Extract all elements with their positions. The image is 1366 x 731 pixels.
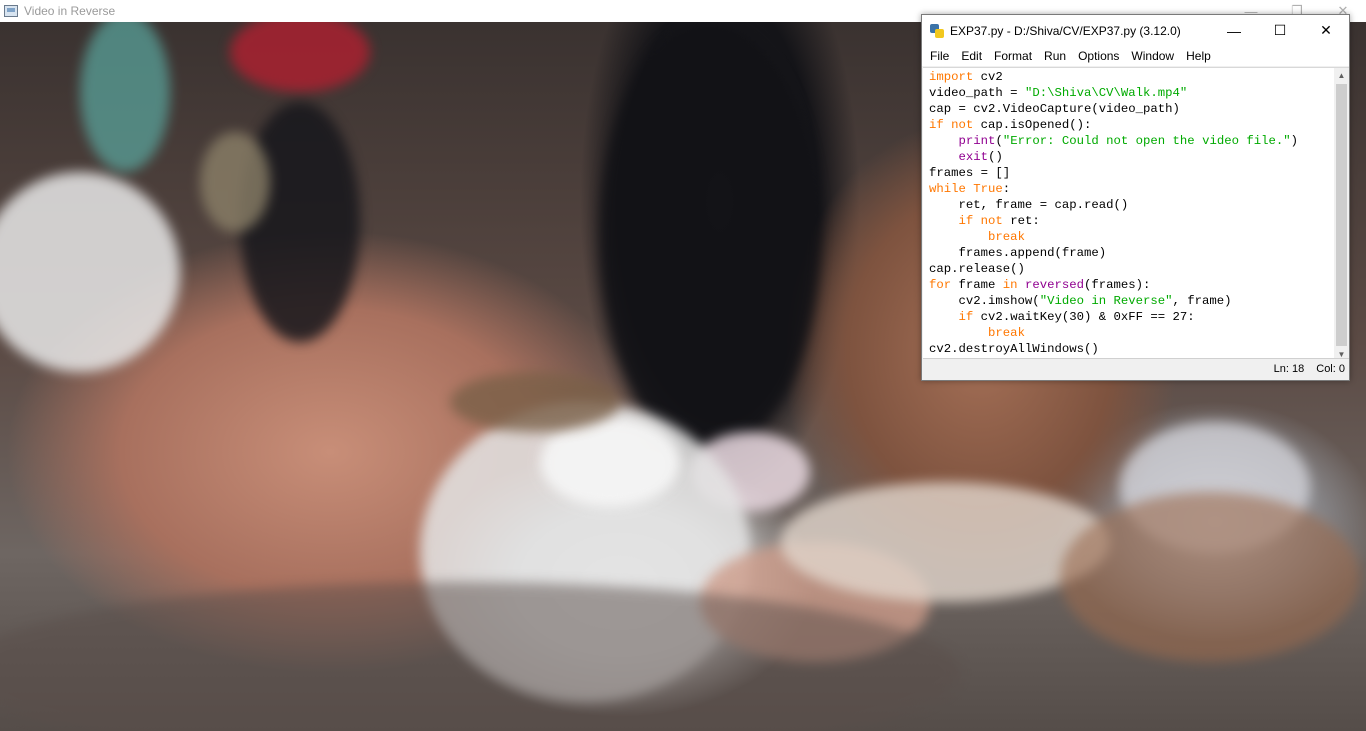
video-shape xyxy=(1060,492,1360,662)
code-token: frames = [] xyxy=(929,166,1011,180)
code-line[interactable]: break xyxy=(929,229,1298,245)
code-line[interactable]: cap.release() xyxy=(929,261,1298,277)
idle-menubar: File Edit Format Run Options Window Help xyxy=(922,46,1349,66)
code-line[interactable]: video_path = "D:\Shiva\CV\Walk.mp4" xyxy=(929,85,1298,101)
code-token: cv2 xyxy=(973,70,1003,84)
code-token: video_path = xyxy=(929,86,1025,100)
code-line[interactable]: break xyxy=(929,325,1298,341)
vertical-scrollbar[interactable]: ▲ ▼ xyxy=(1334,68,1349,361)
idle-close-button[interactable]: ✕ xyxy=(1303,15,1349,46)
code-token: if xyxy=(958,310,974,324)
menu-window[interactable]: Window xyxy=(1126,46,1179,66)
code-token: print xyxy=(958,134,996,148)
status-bar: Ln: 18 Col: 0 xyxy=(923,358,1349,379)
code-token: cap = cv2.VideoCapture(video_path) xyxy=(929,102,1180,116)
video-shape xyxy=(600,22,820,452)
menu-run[interactable]: Run xyxy=(1039,46,1071,66)
idle-titlebar[interactable]: EXP37.py - D:/Shiva/CV/EXP37.py (3.12.0)… xyxy=(922,15,1349,46)
menu-format[interactable]: Format xyxy=(989,46,1037,66)
idle-minimize-button[interactable]: — xyxy=(1211,15,1257,46)
code-token: cv2.destroyAllWindows() xyxy=(929,342,1099,356)
cv-window-title: Video in Reverse xyxy=(24,4,116,18)
video-shape xyxy=(240,102,360,342)
code-line[interactable]: for frame in reversed(frames): xyxy=(929,277,1298,293)
code-token: cv2.imshow( xyxy=(929,294,1040,308)
code-token: "Error: Could not open the video file." xyxy=(1002,134,1291,148)
code-token: if not xyxy=(929,118,974,132)
code-token: cap.isOpened(): xyxy=(973,118,1092,132)
code-line[interactable]: if not cap.isOpened(): xyxy=(929,117,1298,133)
video-shape xyxy=(0,172,180,372)
code-token: "Video in Reverse" xyxy=(1039,294,1173,308)
code-editor[interactable]: import cv2 video_path = "D:\Shiva\CV\Walk… xyxy=(923,67,1349,361)
code-token: ret, frame = cap.read() xyxy=(929,198,1129,212)
code-token: break xyxy=(988,230,1025,244)
code-token: cap.release() xyxy=(929,262,1025,276)
code-line[interactable]: print("Error: Could not open the video f… xyxy=(929,133,1298,149)
code-line[interactable]: while True: xyxy=(929,181,1298,197)
video-shape xyxy=(230,22,370,92)
code-token: reversed xyxy=(1024,278,1084,292)
idle-editor-window: EXP37.py - D:/Shiva/CV/EXP37.py (3.12.0)… xyxy=(921,14,1350,381)
code-token: break xyxy=(988,326,1025,340)
code-text[interactable]: import cv2 video_path = "D:\Shiva\CV\Walk… xyxy=(929,69,1298,357)
idle-maximize-button[interactable]: ☐ xyxy=(1257,15,1303,46)
code-token: frame xyxy=(951,278,1003,292)
code-line[interactable]: frames.append(frame) xyxy=(929,245,1298,261)
code-token: exit xyxy=(958,150,989,164)
menu-file[interactable]: File xyxy=(925,46,954,66)
code-token: ( xyxy=(995,134,1003,148)
code-token: if not xyxy=(958,214,1003,228)
scroll-up-arrow-icon[interactable]: ▲ xyxy=(1334,68,1349,82)
code-line[interactable]: if cv2.waitKey(30) & 0xFF == 27: xyxy=(929,309,1298,325)
code-token: ) xyxy=(1290,134,1299,148)
code-line[interactable]: if not ret: xyxy=(929,213,1298,229)
window-app-icon xyxy=(4,5,18,17)
code-token: (frames): xyxy=(1084,278,1151,292)
code-line[interactable]: ret, frame = cap.read() xyxy=(929,197,1298,213)
menu-help[interactable]: Help xyxy=(1181,46,1216,66)
code-token: in xyxy=(1002,278,1018,292)
code-token: : xyxy=(1002,182,1011,196)
video-shape xyxy=(450,372,620,432)
status-column-number: Col: 0 xyxy=(1316,363,1345,375)
video-shape xyxy=(80,22,170,172)
code-line[interactable]: frames = [] xyxy=(929,165,1298,181)
code-token: () xyxy=(988,150,1003,164)
code-token: , frame) xyxy=(1172,294,1232,308)
code-token: while True xyxy=(929,182,1003,196)
code-token: for xyxy=(929,278,952,292)
video-shape xyxy=(200,132,270,232)
code-token: "D:\Shiva\CV\Walk.mp4" xyxy=(1024,86,1188,100)
status-line-number: Ln: 18 xyxy=(1273,363,1305,375)
code-line[interactable]: cap = cv2.VideoCapture(video_path) xyxy=(929,101,1298,117)
menu-options[interactable]: Options xyxy=(1073,46,1124,66)
menu-edit[interactable]: Edit xyxy=(956,46,987,66)
code-token: import xyxy=(929,70,974,84)
scrollbar-thumb[interactable] xyxy=(1336,84,1347,346)
python-icon xyxy=(930,23,944,38)
code-token: cv2.waitKey(30) & 0xFF == 27: xyxy=(973,310,1195,324)
code-token: frames.append(frame) xyxy=(929,246,1107,260)
code-line[interactable]: exit() xyxy=(929,149,1298,165)
code-token: ret: xyxy=(1002,214,1040,228)
code-line[interactable]: import cv2 xyxy=(929,69,1298,85)
idle-window-controls: — ☐ ✕ xyxy=(1211,15,1349,46)
code-line[interactable]: cv2.destroyAllWindows() xyxy=(929,341,1298,357)
code-line[interactable]: cv2.imshow("Video in Reverse", frame) xyxy=(929,293,1298,309)
idle-window-title: EXP37.py - D:/Shiva/CV/EXP37.py (3.12.0) xyxy=(950,23,1181,38)
